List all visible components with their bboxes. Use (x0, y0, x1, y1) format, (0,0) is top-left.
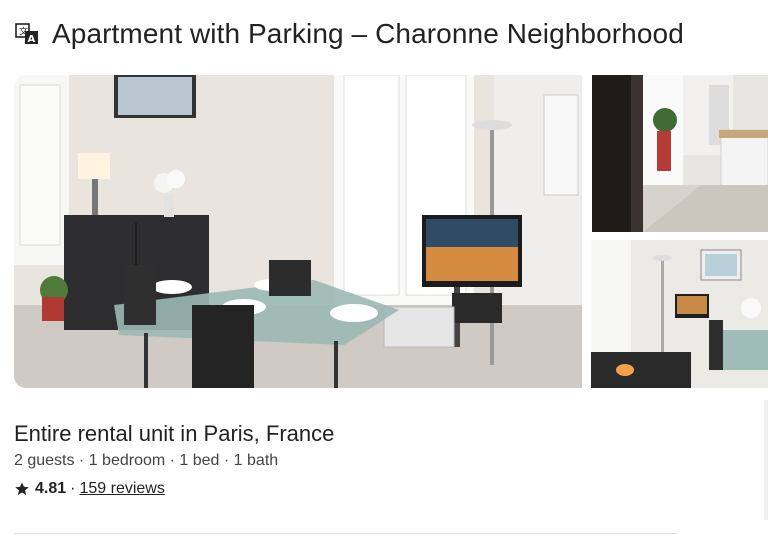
photo-gallery (14, 75, 768, 388)
photo-dining-room[interactable] (14, 75, 582, 388)
photo-dining-table[interactable] (591, 240, 768, 388)
translate-icon[interactable]: 文 A (14, 21, 40, 47)
rating-separator: · (70, 480, 76, 497)
rating-value: 4.81 (35, 480, 67, 497)
listing-details: 2 guests · 1 bedroom · 1 bed · 1 bath (14, 452, 279, 469)
reviews-link[interactable]: 159 reviews (79, 480, 164, 498)
listing-subtitle: Entire rental unit in Paris, France (14, 421, 335, 446)
title-row: 文 A Apartment with Parking – Charonne Ne… (14, 18, 684, 50)
rating-row: 4.81 · 159 reviews (14, 480, 165, 498)
scrollbar-track[interactable] (764, 400, 768, 520)
section-divider (14, 533, 676, 534)
svg-text:A: A (28, 34, 36, 45)
photo-kitchen-hallway[interactable] (591, 75, 768, 232)
star-icon (14, 481, 30, 497)
listing-title: Apartment with Parking – Charonne Neighb… (52, 18, 684, 49)
